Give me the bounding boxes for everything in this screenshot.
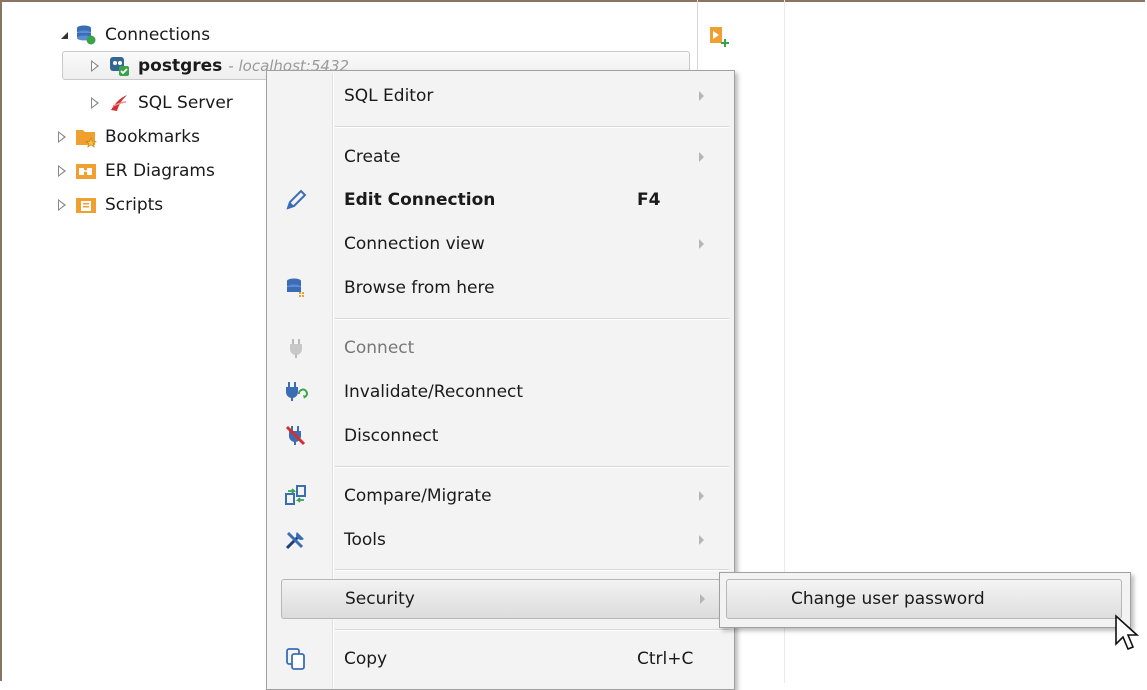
collapsed-arrow-icon[interactable]	[55, 130, 69, 144]
tree-item-er-diagrams[interactable]: ER Diagrams	[55, 156, 215, 186]
connections-db-icon	[75, 24, 97, 46]
menu-separator	[335, 629, 729, 631]
menu-item-copy[interactable]: Copy Ctrl+C	[269, 639, 731, 679]
tree-label-connections: Connections	[105, 25, 211, 45]
menu-label: Compare/Migrate	[344, 486, 492, 506]
security-submenu: Change user password	[719, 572, 1131, 628]
postgres-elephant-icon	[108, 55, 130, 77]
menu-item-disconnect[interactable]: Disconnect	[269, 416, 731, 456]
menu-label: Connection view	[344, 234, 485, 254]
sqlserver-icon	[108, 92, 130, 114]
bookmarks-folder-icon	[75, 126, 97, 148]
database-browse-icon	[283, 275, 309, 301]
tree-label-scripts: Scripts	[105, 195, 164, 215]
menu-label: Tools	[344, 530, 386, 550]
mouse-pointer-icon	[1114, 614, 1140, 654]
tree-label-sqlserver: SQL Server	[138, 93, 233, 113]
menu-item-invalidate-reconnect[interactable]: Invalidate/Reconnect	[269, 372, 731, 412]
compare-migrate-icon	[283, 483, 309, 509]
menu-label: Browse from here	[344, 278, 495, 298]
tree-item-connections[interactable]: Connections	[55, 20, 210, 50]
menu-separator	[335, 318, 729, 320]
menu-label: Copy	[344, 649, 388, 669]
menu-label: Change user password	[791, 589, 985, 609]
menu-item-create[interactable]: Create	[269, 137, 731, 177]
expanded-arrow-icon[interactable]	[55, 28, 69, 42]
tree-label-bookmarks: Bookmarks	[105, 127, 200, 147]
menu-label: Invalidate/Reconnect	[344, 382, 524, 402]
collapsed-arrow-icon[interactable]	[55, 198, 69, 212]
new-connection-icon[interactable]	[707, 25, 731, 51]
tree-label-er-diagrams: ER Diagrams	[105, 161, 215, 181]
menu-item-sql-editor[interactable]: SQL Editor	[269, 76, 731, 116]
submenu-arrow-icon	[699, 535, 704, 545]
menu-item-browse-from-here[interactable]: Browse from here	[269, 268, 731, 308]
menu-item-tools[interactable]: Tools	[269, 520, 731, 560]
submenu-arrow-icon	[699, 152, 704, 162]
collapsed-arrow-icon[interactable]	[88, 59, 102, 73]
er-diagrams-folder-icon	[75, 160, 97, 182]
menu-label: Security	[345, 589, 415, 609]
menu-item-compare-migrate[interactable]: Compare/Migrate	[269, 476, 731, 516]
tree-item-scripts[interactable]: Scripts	[55, 190, 163, 220]
submenu-arrow-icon	[699, 491, 704, 501]
collapsed-arrow-icon[interactable]	[88, 96, 102, 110]
copy-icon	[283, 646, 309, 672]
menu-item-change-user-password[interactable]: Change user password	[726, 579, 1122, 619]
plug-icon	[283, 335, 309, 361]
menu-separator	[335, 466, 729, 468]
menu-label: Edit Connection	[344, 190, 496, 210]
collapsed-arrow-icon[interactable]	[55, 164, 69, 178]
menu-separator	[335, 569, 729, 571]
menu-item-connection-view[interactable]: Connection view	[269, 224, 731, 264]
submenu-arrow-icon	[699, 91, 704, 101]
menu-label: Disconnect	[344, 426, 439, 446]
tools-icon	[283, 527, 309, 553]
menu-item-connect[interactable]: Connect	[269, 328, 731, 368]
disconnect-plug-icon	[283, 423, 309, 449]
menu-shortcut: F4	[637, 190, 661, 210]
menu-item-security[interactable]: Security	[281, 579, 729, 619]
submenu-arrow-icon	[700, 594, 705, 604]
menu-label: Connect	[344, 338, 415, 358]
tree-item-bookmarks[interactable]: Bookmarks	[55, 122, 200, 152]
menu-item-edit-connection[interactable]: Edit Connection F4	[269, 180, 731, 220]
reconnect-plug-icon	[283, 379, 309, 405]
scripts-folder-icon	[75, 194, 97, 216]
menu-label: Create	[344, 147, 401, 167]
tree-label-postgres: postgres	[138, 56, 223, 76]
pencil-icon	[283, 187, 309, 213]
menu-label: SQL Editor	[344, 86, 434, 106]
menu-shortcut: Ctrl+C	[637, 649, 694, 669]
submenu-arrow-icon	[699, 239, 704, 249]
tree-item-sqlserver[interactable]: SQL Server	[88, 88, 233, 118]
context-menu: SQL Editor Create Edit Connection F4 Con…	[266, 70, 735, 690]
menu-separator	[335, 126, 729, 128]
